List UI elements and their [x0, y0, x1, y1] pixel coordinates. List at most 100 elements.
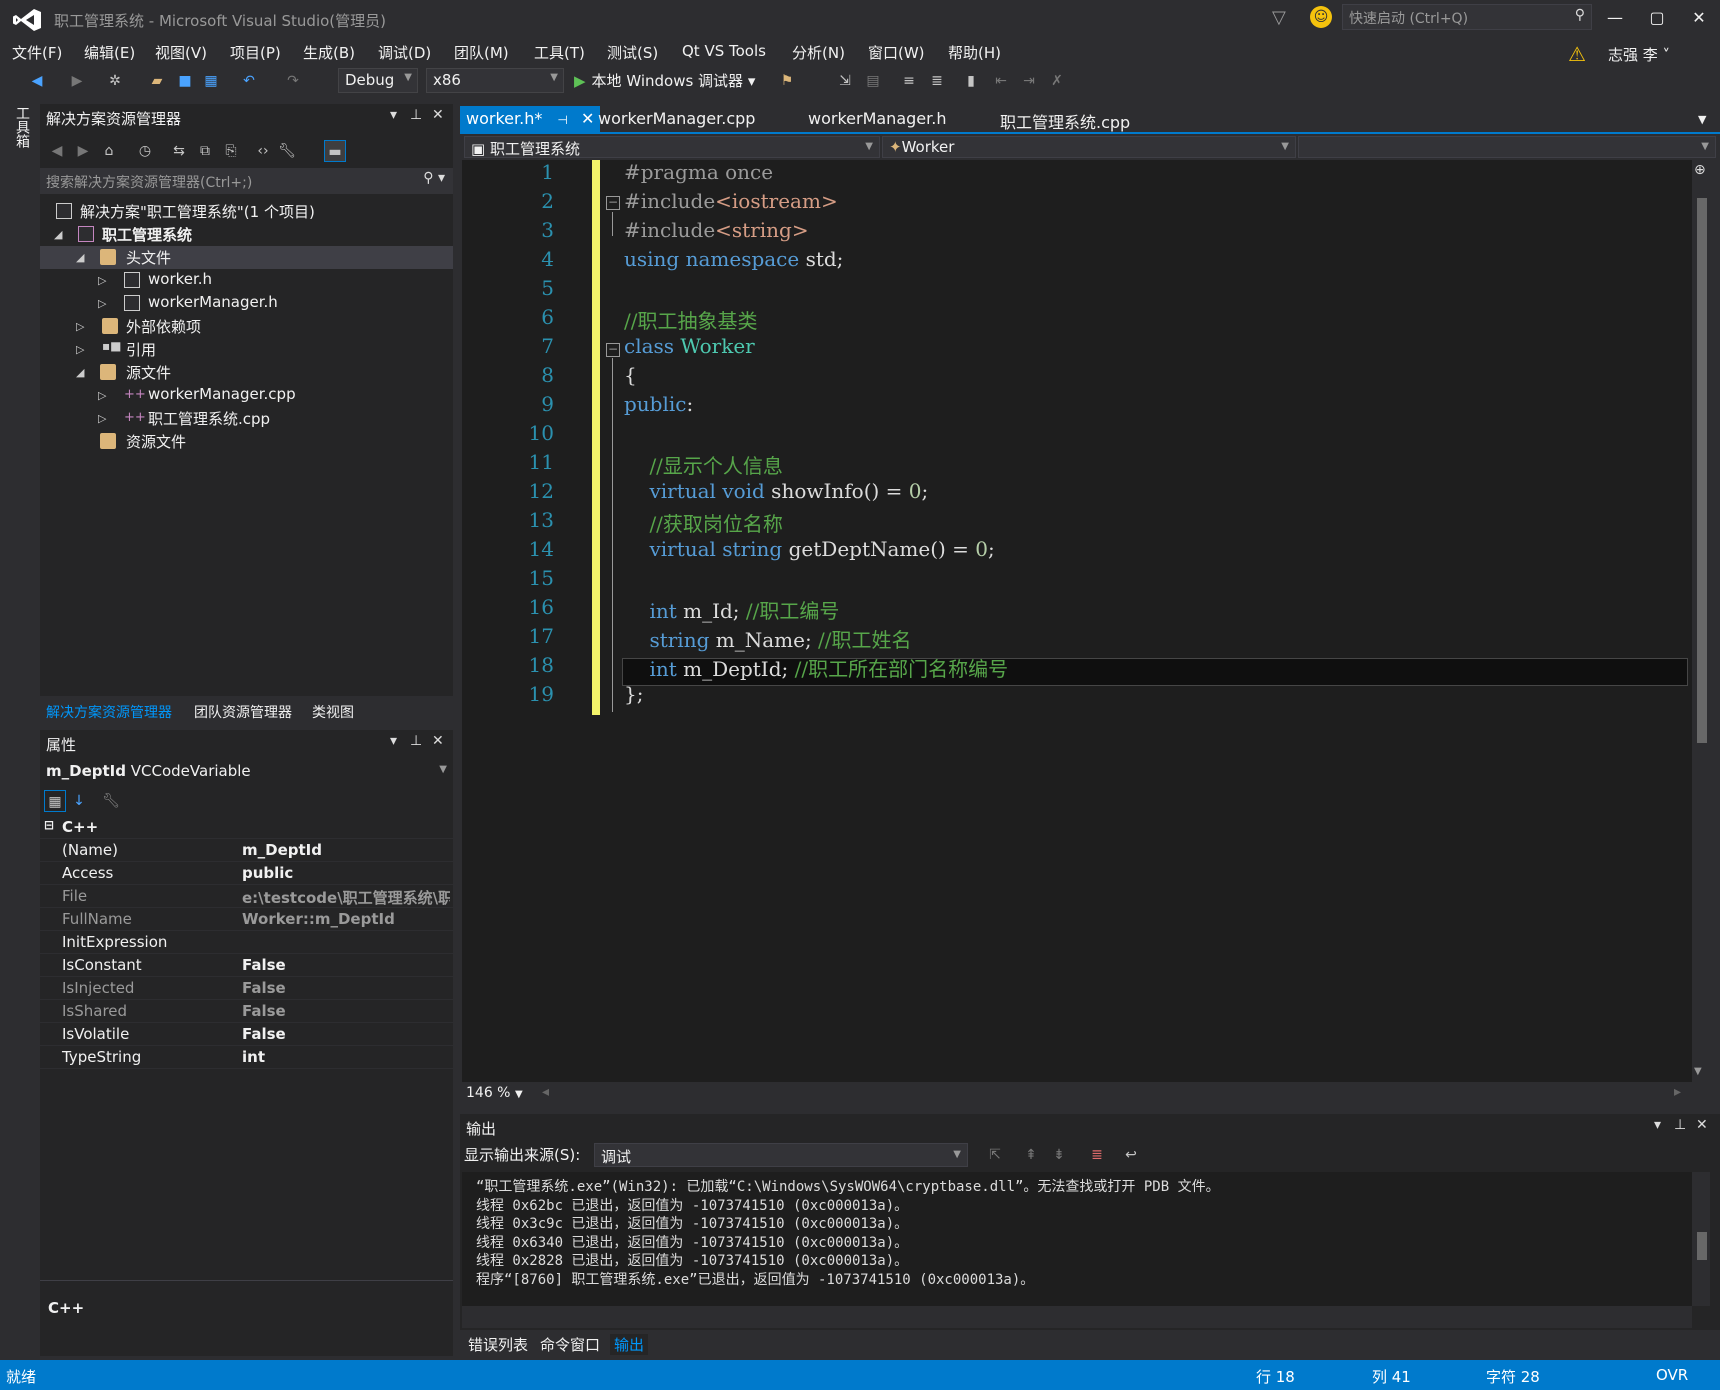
tab-class-view[interactable]: 类视图	[312, 702, 354, 722]
tree-file-workermanager-h[interactable]: ▷ workerManager.h	[40, 292, 453, 315]
tab-command-window[interactable]: 命令窗口	[540, 1334, 600, 1355]
property-row[interactable]: IsShared False	[40, 1000, 453, 1023]
close-icon[interactable]: ✕	[432, 107, 444, 123]
show-all-files-icon[interactable]: ⎘	[220, 140, 242, 162]
word-wrap-icon[interactable]: ↩	[1120, 1144, 1142, 1166]
property-row[interactable]: (Name) m_DeptId	[40, 839, 453, 862]
menu-tools[interactable]: 工具(T)	[534, 42, 585, 63]
next-message-icon[interactable]: ⇟	[1048, 1144, 1070, 1166]
property-row[interactable]: IsConstant False	[40, 954, 453, 977]
property-row[interactable]: InitExpression	[40, 931, 453, 954]
property-category[interactable]: ⊟ C++	[40, 816, 453, 839]
menu-project[interactable]: 项目(P)	[230, 42, 281, 63]
clear-all-icon[interactable]: ≣	[1086, 1144, 1108, 1166]
find-message-icon[interactable]: ⇱	[984, 1144, 1006, 1166]
maximize-button[interactable]: ▢	[1638, 4, 1676, 32]
project-nav-select[interactable]: ▣ 职工管理系统 ▼	[464, 136, 880, 158]
start-debugging-button[interactable]: ▶ 本地 Windows 调试器 ▾	[574, 70, 755, 91]
property-row[interactable]: IsInjected False	[40, 977, 453, 1000]
menu-build[interactable]: 生成(B)	[303, 42, 355, 63]
property-row[interactable]: File e:\testcode\职工管理系统\职工	[40, 885, 453, 908]
sync-icon[interactable]: ⇆	[168, 140, 190, 162]
back-icon[interactable]: ◀	[46, 140, 68, 162]
pin-icon[interactable]: ⊥	[1674, 1117, 1686, 1133]
class-nav-select[interactable]: ✦Worker ▼	[882, 136, 1296, 158]
output-horizontal-scrollbar[interactable]	[462, 1306, 1692, 1328]
close-button[interactable]: ✕	[1680, 4, 1718, 32]
tree-file-workermanager-cpp[interactable]: ▷ ++ workerManager.cpp	[40, 384, 453, 407]
forward-icon[interactable]: ▶	[66, 70, 88, 92]
scrollbar-thumb[interactable]	[1697, 198, 1707, 743]
tree-references[interactable]: ▷ ▪■ 引用	[40, 338, 453, 361]
tree-folder-resources[interactable]: 资源文件	[40, 430, 453, 453]
pin-icon[interactable]: ⊣	[557, 113, 567, 127]
menu-team[interactable]: 团队(M)	[454, 42, 509, 63]
property-row[interactable]: FullName Worker::m_DeptId	[40, 908, 453, 931]
prev-bookmark-icon[interactable]: ⇤	[990, 70, 1012, 92]
fold-collapse-icon[interactable]: −	[606, 343, 620, 357]
clear-bookmarks-icon[interactable]: ✗	[1046, 70, 1068, 92]
solution-configuration-select[interactable]: Debug ▼	[338, 68, 418, 93]
open-file-icon[interactable]: ▰	[146, 70, 168, 92]
dropdown-icon[interactable]: ▾	[1654, 1117, 1661, 1133]
feedback-smile-icon[interactable]: ☺	[1310, 6, 1332, 28]
fold-collapse-icon[interactable]: −	[606, 196, 620, 210]
prev-message-icon[interactable]: ⇞	[1020, 1144, 1042, 1166]
property-row[interactable]: IsVolatile False	[40, 1023, 453, 1046]
comment-icon[interactable]: ≡	[898, 70, 920, 92]
tab-error-list[interactable]: 错误列表	[468, 1334, 528, 1355]
solution-search-input[interactable]: 搜索解决方案资源管理器(Ctrl+;) ⚲ ▾	[40, 168, 453, 194]
tab-output[interactable]: 输出	[610, 1334, 649, 1355]
properties-object-select[interactable]: m_DeptId VCCodeVariable ▼	[40, 758, 453, 786]
warning-icon[interactable]: ⚠	[1568, 42, 1586, 66]
notification-filter-icon[interactable]: ▽	[1272, 7, 1286, 28]
scrollbar-thumb[interactable]	[1697, 1232, 1707, 1260]
property-row[interactable]: Access public	[40, 862, 453, 885]
solution-platform-select[interactable]: x86 ▼	[426, 68, 564, 93]
pending-changes-icon[interactable]: ◷	[134, 140, 156, 162]
tree-file-worker-h[interactable]: ▷ worker.h	[40, 269, 453, 292]
pin-icon[interactable]: ⊥	[410, 107, 422, 123]
tab-workermanager-h[interactable]: workerManager.h	[802, 106, 952, 132]
pin-icon[interactable]: ⊥	[410, 733, 422, 749]
output-source-select[interactable]: 调试 ▼	[594, 1143, 968, 1167]
save-icon[interactable]: ■	[174, 70, 196, 92]
preview-selected-icon[interactable]: ▬	[324, 140, 346, 162]
home-icon[interactable]: ⌂	[98, 140, 120, 162]
menu-debug[interactable]: 调试(D)	[378, 42, 431, 63]
forward-icon[interactable]: ▶	[72, 140, 94, 162]
step-into-icon[interactable]: ⇲	[834, 70, 856, 92]
tree-project-node[interactable]: ◢ 职工管理系统	[40, 223, 453, 246]
properties-wrench-icon[interactable]: 🔧︎	[276, 140, 298, 162]
tree-solution-node[interactable]: 解决方案"职工管理系统"(1 个项目)	[40, 200, 453, 223]
menu-qt-vs-tools[interactable]: Qt VS Tools	[682, 42, 766, 60]
alphabetical-icon[interactable]: ↓	[68, 790, 90, 812]
undo-icon[interactable]: ↶	[238, 70, 260, 92]
redo-icon[interactable]: ↷	[282, 70, 304, 92]
tree-external-deps[interactable]: ▷ 外部依赖项	[40, 315, 453, 338]
scroll-left-icon[interactable]: ◂	[542, 1084, 549, 1100]
zoom-select[interactable]: 146 % ▼	[466, 1085, 523, 1101]
scroll-right-icon[interactable]: ▸	[1674, 1084, 1681, 1100]
close-icon[interactable]: ✕	[432, 733, 444, 749]
quick-launch-input[interactable]: 快速启动 (Ctrl+Q) ⚲	[1342, 4, 1592, 30]
tree-file-main-cpp[interactable]: ▷ ++ 职工管理系统.cpp	[40, 407, 453, 430]
toolbox-tab[interactable]: 工具箱	[12, 106, 32, 148]
back-icon[interactable]: ◀	[26, 70, 48, 92]
bookmark-icon[interactable]: ▮	[960, 70, 982, 92]
menu-help[interactable]: 帮助(H)	[948, 42, 1001, 63]
menu-view[interactable]: 视图(V)	[155, 42, 207, 63]
split-editor-icon[interactable]: ⊕	[1694, 162, 1706, 178]
save-all-icon[interactable]: ▦	[200, 70, 222, 92]
next-bookmark-icon[interactable]: ⇥	[1018, 70, 1040, 92]
tree-folder-headers[interactable]: ◢ 头文件	[40, 246, 453, 269]
tab-team-explorer[interactable]: 团队资源管理器	[194, 702, 292, 722]
categorized-icon[interactable]: ▦	[44, 790, 66, 812]
menu-analyze[interactable]: 分析(N)	[792, 42, 845, 63]
dropdown-icon[interactable]: ▾	[390, 733, 397, 749]
uncomment-icon[interactable]: ≣	[926, 70, 948, 92]
tab-worker-h[interactable]: worker.h* ⊣ ✕	[460, 106, 601, 132]
menu-test[interactable]: 测试(S)	[607, 42, 658, 63]
user-account[interactable]: 志强 李 ˅	[1608, 44, 1670, 65]
tab-main-cpp[interactable]: 职工管理系统.cpp	[994, 106, 1136, 132]
